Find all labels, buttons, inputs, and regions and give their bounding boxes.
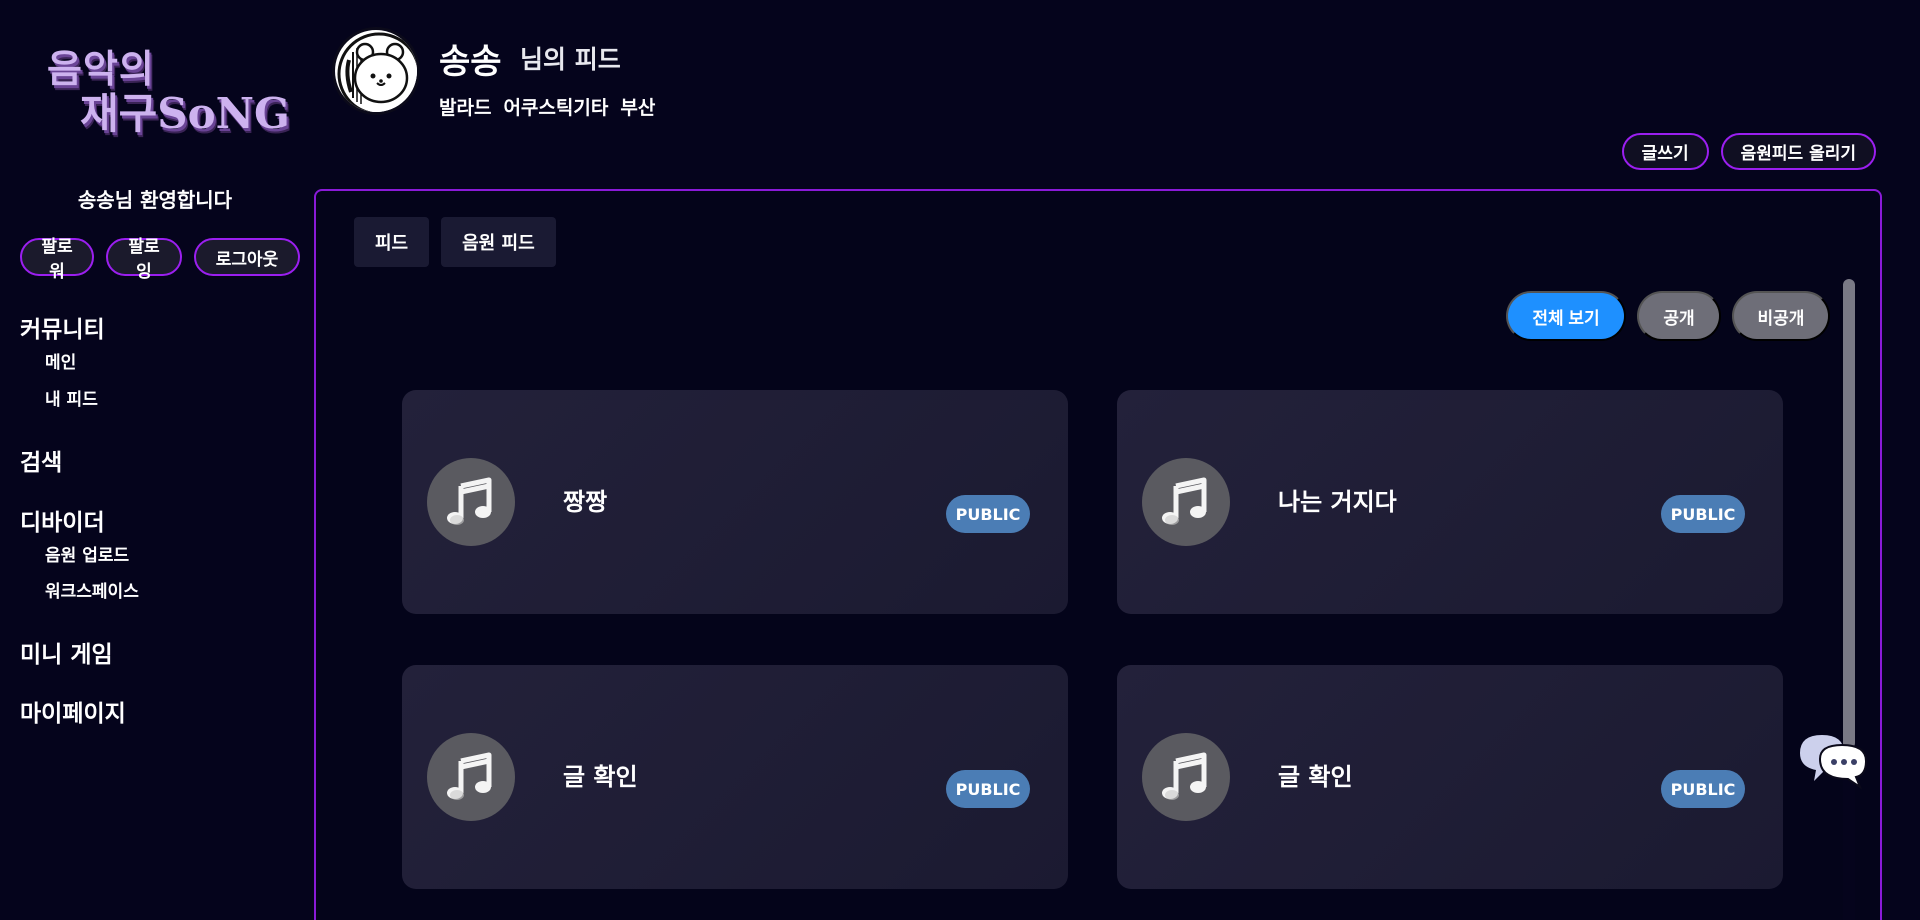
logo-line-2: 재구SoNG xyxy=(80,89,290,138)
music-note-icon xyxy=(1142,458,1230,546)
feed-card[interactable]: 글 확인 PUBLIC xyxy=(402,665,1068,889)
nav-mypage[interactable]: 마이페이지 xyxy=(20,694,126,728)
tag-genre: 발라드 xyxy=(439,97,492,119)
tab-music-feed[interactable]: 음원 피드 xyxy=(441,217,556,267)
status-badge: PUBLIC xyxy=(946,770,1030,808)
filter-public-button[interactable]: 공개 xyxy=(1637,291,1721,341)
nav-mini-game[interactable]: 미니 게임 xyxy=(20,635,113,669)
follower-button[interactable]: 팔로워 xyxy=(20,237,94,282)
tab-feed[interactable]: 피드 xyxy=(354,217,430,267)
filter-private-button[interactable]: 비공개 xyxy=(1732,291,1830,341)
app-root: 음악의 재구SoNG 송송님 환영합니다 팔로워 팔로잉 로그아웃 커뮤니티 메… xyxy=(0,0,1920,920)
logout-button[interactable]: 로그아웃 xyxy=(194,238,300,276)
feed-panel: 피드 음원 피드 전체 보기 공개 비공개 짱짱 PUBLIC 나는 거지다 P… xyxy=(314,189,1882,920)
music-note-icon xyxy=(1142,733,1230,821)
tag-region: 부산 xyxy=(620,97,656,119)
feed-title-suffix: 님의 피드 xyxy=(520,45,621,74)
sidebar-user-buttons: 팔로워 팔로잉 로그아웃 xyxy=(20,237,300,282)
chat-bubble-icon[interactable] xyxy=(1794,729,1872,791)
feed-card[interactable]: 짱짱 PUBLIC xyxy=(402,390,1068,614)
feed-tabs: 피드 음원 피드 xyxy=(354,217,556,267)
welcome-message: 송송님 환영합니다 xyxy=(77,188,233,212)
feed-card[interactable]: 글 확인 PUBLIC xyxy=(1117,665,1783,889)
scrollbar-thumb[interactable] xyxy=(1843,279,1855,749)
card-title: 나는 거지다 xyxy=(1278,488,1397,516)
card-title: 글 확인 xyxy=(1278,763,1353,791)
music-note-icon xyxy=(427,733,515,821)
write-post-button[interactable]: 글쓰기 xyxy=(1621,133,1709,170)
feed-owner-name: 송송 xyxy=(439,42,502,82)
app-logo[interactable]: 음악의 재구SoNG xyxy=(44,38,294,138)
feed-card[interactable]: 나는 거지다 PUBLIC xyxy=(1117,390,1783,614)
user-avatar[interactable] xyxy=(332,27,420,115)
status-badge: PUBLIC xyxy=(946,495,1030,533)
upload-music-feed-button[interactable]: 음원피드 올리기 xyxy=(1720,133,1876,170)
tag-instrument: 어쿠스틱기타 xyxy=(503,97,609,119)
card-title: 짱짱 xyxy=(563,488,608,516)
nav-community[interactable]: 커뮤니티 xyxy=(20,310,105,344)
music-note-icon xyxy=(427,458,515,546)
bear-avatar-icon xyxy=(337,32,417,112)
nav-item-workspace[interactable]: 워크스페이스 xyxy=(45,577,139,602)
status-badge: PUBLIC xyxy=(1661,495,1745,533)
feed-actions: 글쓰기 음원피드 올리기 xyxy=(1621,133,1876,170)
visibility-filters: 전체 보기 공개 비공개 xyxy=(1506,291,1830,341)
nav-item-main[interactable]: 메인 xyxy=(45,348,76,373)
nav-divider[interactable]: 디바이더 xyxy=(20,503,105,537)
nav-item-my-feed[interactable]: 내 피드 xyxy=(45,385,98,410)
nav-item-upload[interactable]: 음원 업로드 xyxy=(45,541,129,566)
status-badge: PUBLIC xyxy=(1661,770,1745,808)
filter-all-button[interactable]: 전체 보기 xyxy=(1506,291,1626,341)
user-tags: 발라드 어쿠스틱기타 부산 xyxy=(439,93,655,120)
nav-search[interactable]: 검색 xyxy=(20,443,62,477)
sidebar: 음악의 재구SoNG 송송님 환영합니다 팔로워 팔로잉 로그아웃 커뮤니티 메… xyxy=(0,0,310,920)
card-title: 글 확인 xyxy=(563,763,638,791)
following-button[interactable]: 팔로잉 xyxy=(106,237,182,282)
